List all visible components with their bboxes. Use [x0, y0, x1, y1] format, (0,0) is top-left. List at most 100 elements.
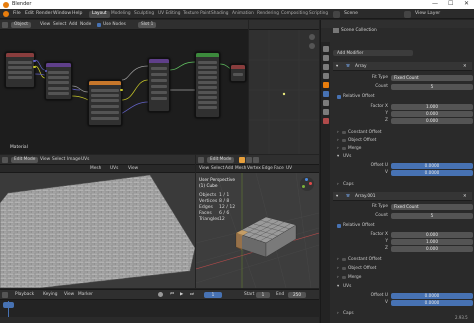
vp-menu-edge[interactable]: Edge	[262, 166, 273, 171]
constant-offset-checkbox[interactable]	[342, 257, 346, 262]
offset-u-field[interactable]: 0.0000	[391, 293, 473, 299]
expand-object-offset[interactable]: ›	[337, 266, 339, 271]
node-texture-coordinate[interactable]	[5, 52, 36, 88]
uv-uvs-label[interactable]: UVs	[110, 166, 118, 171]
uv-canvas[interactable]	[0, 173, 195, 288]
vp-menu-face[interactable]: Face	[274, 166, 284, 171]
tool-tab-icon[interactable]	[322, 46, 329, 52]
factor-y-field[interactable]: 1.000	[391, 239, 473, 245]
menu-view[interactable]: View	[40, 22, 50, 27]
remove-modifier-icon[interactable]: ✕	[463, 64, 467, 69]
modifier-tab-icon[interactable]	[322, 91, 329, 97]
node-bump[interactable]	[148, 58, 170, 112]
tab-scripting[interactable]: Scripting	[306, 11, 331, 18]
editor-type-icon[interactable]	[198, 157, 204, 163]
jump-end-icon[interactable]: ⏭	[190, 292, 194, 297]
tab-animation[interactable]: Animation	[229, 11, 257, 18]
modifier-name[interactable]: Array	[355, 64, 367, 69]
jump-start-icon[interactable]: ⏮	[170, 292, 174, 297]
factor-y-field[interactable]: 0.000	[391, 111, 473, 117]
node-principled-bsdf[interactable]	[195, 52, 220, 118]
menu-select[interactable]: Select	[53, 22, 66, 27]
tl-menu-view[interactable]: View	[64, 292, 74, 297]
caps-panel-toggle[interactable]: ›	[337, 311, 339, 316]
vp-menu-select[interactable]: Select	[211, 166, 224, 171]
current-frame-field[interactable]: 1	[204, 292, 222, 298]
factor-z-field[interactable]: 0.000	[391, 118, 473, 124]
expand-merge[interactable]: ›	[337, 146, 339, 151]
offset-v-field[interactable]: 0.0000	[391, 300, 473, 306]
object-offset-checkbox[interactable]	[342, 138, 346, 143]
scene-icon[interactable]	[333, 10, 340, 18]
vp-menu-mesh[interactable]: Mesh	[235, 166, 246, 171]
uv-mesh-label[interactable]: Mesh	[90, 166, 101, 171]
maximize-button[interactable]: ☐	[448, 1, 453, 7]
tab-shading[interactable]: Shading	[208, 11, 231, 18]
offset-u-field[interactable]: 0.0000	[391, 163, 473, 169]
menu-node[interactable]: Node	[80, 22, 91, 27]
scene-tab-icon[interactable]	[322, 73, 329, 79]
uv-mode-select[interactable]: Edit Mode	[11, 157, 39, 164]
merge-checkbox[interactable]	[342, 275, 346, 280]
node-editor-canvas[interactable]: Material	[0, 30, 248, 154]
uv-view-label[interactable]: View	[128, 166, 138, 171]
uv-menu-uvs[interactable]: UVs	[81, 157, 89, 162]
modifier-header-array-001[interactable]: ▾ ⚒ Array.001 ✕	[333, 192, 472, 201]
side-viewport[interactable]	[249, 20, 319, 154]
record-icon[interactable]	[158, 292, 163, 297]
data-tab-icon[interactable]	[322, 109, 329, 115]
uv-menu-view[interactable]: View	[40, 157, 50, 162]
editor-type-icon[interactable]	[2, 22, 8, 28]
menu-file[interactable]: File	[13, 11, 21, 17]
start-frame-field[interactable]: 1	[256, 292, 270, 298]
expand-constant-offset[interactable]: ›	[337, 257, 339, 262]
object-offset-checkbox[interactable]	[342, 266, 346, 271]
relative-offset-checkbox[interactable]	[337, 95, 341, 99]
add-modifier-button[interactable]: Add Modifier	[333, 50, 413, 56]
output-tab-icon[interactable]	[322, 64, 329, 70]
expand-constant-offset[interactable]: ›	[337, 130, 339, 135]
vertex-select-icon[interactable]	[239, 157, 245, 163]
menu-render[interactable]: Render	[36, 11, 52, 17]
constraint-tab-icon[interactable]	[322, 100, 329, 106]
node-material-output[interactable]	[230, 64, 246, 82]
editor-type-icon[interactable]	[2, 292, 8, 298]
face-select-icon[interactable]	[253, 157, 259, 163]
blender-menu-icon[interactable]	[3, 11, 9, 17]
node-mapping[interactable]	[44, 62, 72, 100]
scene-name[interactable]: Scene	[344, 11, 358, 17]
factor-x-field[interactable]: 0.000	[391, 232, 473, 238]
editor-type-icon[interactable]	[2, 157, 8, 163]
modifier-header-array[interactable]: ▾ ⚒ Array ✕	[333, 62, 472, 71]
menu-window[interactable]: Window	[53, 11, 71, 17]
count-field[interactable]: 5	[391, 213, 473, 219]
factor-z-field[interactable]: 0.000	[391, 246, 473, 252]
object-tab-icon[interactable]	[322, 82, 329, 88]
uv-menu-select[interactable]: Select	[52, 157, 65, 162]
modifier-name[interactable]: Array.001	[355, 194, 376, 199]
vp-menu-uv[interactable]: UV	[286, 166, 292, 171]
expand-object-offset[interactable]: ›	[337, 138, 339, 143]
edge-select-icon[interactable]	[246, 157, 252, 163]
timeline-track[interactable]	[0, 301, 319, 323]
tl-menu-keying[interactable]: Keying	[43, 292, 57, 297]
use-nodes-checkbox[interactable]	[97, 23, 101, 27]
uvs-panel-toggle[interactable]: ▾	[337, 284, 339, 289]
uv-menu-image[interactable]: Image	[67, 157, 80, 162]
merge-checkbox[interactable]	[342, 146, 346, 151]
viewport-canvas[interactable]: User Perspective (1) Cube Objects 1 / 1 …	[196, 173, 319, 288]
view-layer-name[interactable]: View Layer	[415, 11, 440, 17]
tl-menu-playback[interactable]: Playback	[15, 292, 34, 297]
vp-menu-view[interactable]: View	[199, 166, 209, 171]
playhead-frame[interactable]	[3, 302, 14, 308]
relative-offset-checkbox[interactable]	[337, 224, 341, 228]
minimize-button[interactable]: —	[432, 1, 438, 7]
navigation-gizmo[interactable]	[300, 177, 314, 191]
play-icon[interactable]: ▶	[180, 292, 183, 297]
material-tab-icon[interactable]	[322, 118, 329, 124]
factor-x-field[interactable]: 1.000	[391, 104, 473, 110]
constant-offset-checkbox[interactable]	[342, 130, 346, 135]
tab-modeling[interactable]: Modeling	[108, 11, 134, 18]
end-frame-field[interactable]: 250	[288, 292, 306, 298]
caps-panel-toggle[interactable]: ›	[337, 182, 339, 187]
